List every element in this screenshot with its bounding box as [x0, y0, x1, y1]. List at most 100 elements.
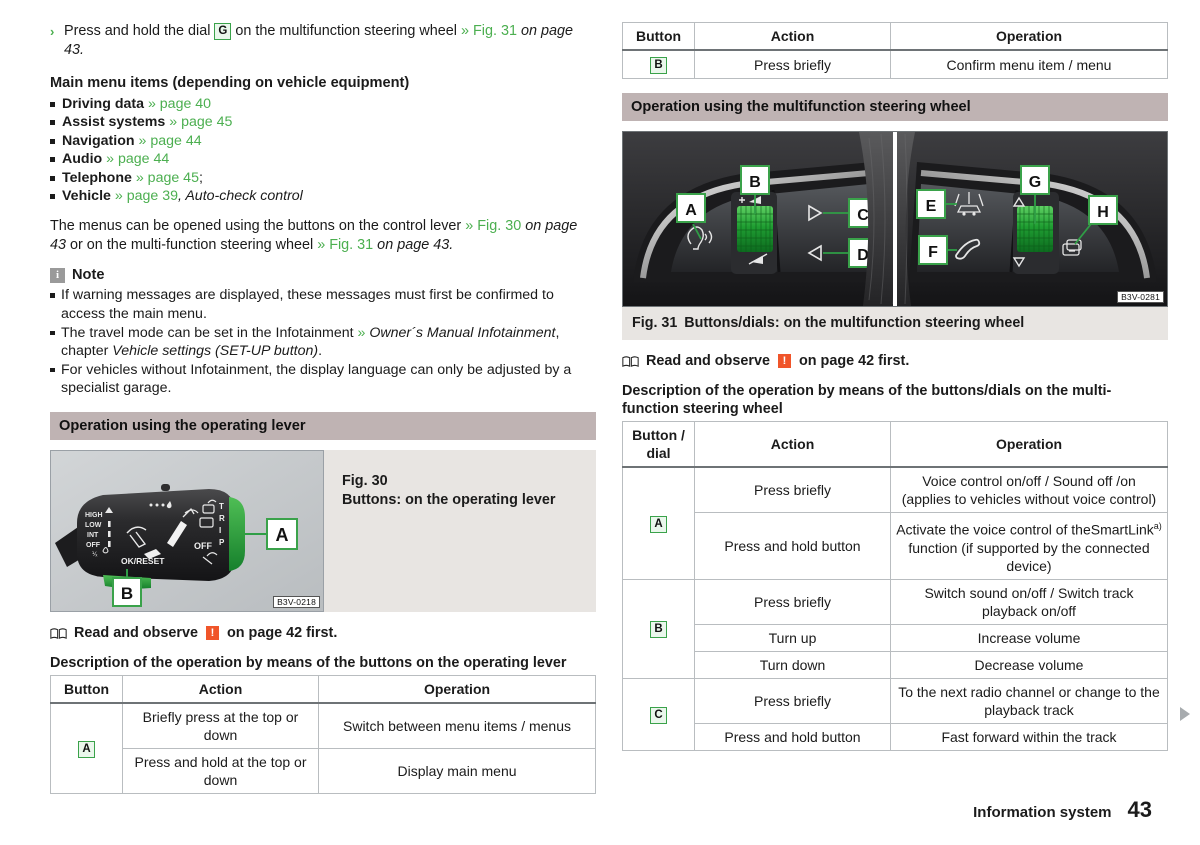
list-item: Audio » page 44: [50, 150, 596, 168]
row-action-cell: Press briefly: [694, 578, 891, 625]
table-row: C Press briefly To the next radio channe…: [622, 677, 1168, 751]
row-operation-cell: Display main menu: [318, 748, 596, 794]
multifunction-wheel-table: Button / dial Action Operation A Press b…: [622, 421, 1168, 751]
row-action-cell: Press and hold button: [694, 512, 891, 580]
footnote-marker: a): [1153, 521, 1162, 531]
menu-item-ref[interactable]: » page 40: [148, 96, 211, 112]
figure-31-number: Fig. 31: [632, 315, 678, 331]
svg-text:P: P: [219, 538, 225, 547]
table-row: Press and hold at the top or down Displa…: [51, 748, 596, 794]
row-operation-cell: Fast forward within the track: [890, 722, 1168, 751]
info-icon: i: [50, 267, 65, 283]
figure-30-image: HIGH LOW INT OFF ⅟ₓ OK/RESET OFF T R I P…: [50, 450, 324, 612]
svg-text:OK/RESET: OK/RESET: [121, 556, 165, 566]
footer-chapter-title: Information system: [973, 804, 1112, 821]
table-row: A Briefly press at the top or down Switc…: [50, 702, 596, 794]
row-operation-cell: Voice control on/off / Sound off /on (ap…: [890, 466, 1168, 513]
row-key-cell: A: [50, 702, 123, 794]
figure-30-number: Fig. 30: [342, 473, 388, 489]
callout-label-a: A: [685, 202, 697, 219]
list-item: If warning messages are displayed, these…: [50, 286, 596, 323]
continued-button-table: Button Action Operation B Press briefly …: [622, 22, 1168, 79]
step-text-2: on the multifunction steering wheel: [231, 23, 461, 39]
row-action-cell: Turn down: [694, 650, 891, 679]
footer-page-number: 43: [1127, 797, 1152, 822]
list-item: Navigation » page 44: [50, 132, 596, 150]
figure-code-b3v0281: B3V-0281: [1117, 291, 1164, 303]
row-operation-cell: Increase volume: [890, 623, 1168, 652]
figure-30-title: Buttons: on the operating lever: [342, 492, 556, 508]
row-operation-cell: To the next radio channel or change to t…: [890, 677, 1168, 724]
main-menu-heading: Main menu items (depending on vehicle eq…: [50, 75, 410, 91]
note-text: The travel mode can be set in the Infota…: [61, 324, 358, 341]
menu-item-ref[interactable]: » page 44: [106, 151, 169, 167]
svg-text:⅟ₓ: ⅟ₓ: [92, 552, 97, 558]
menus-ref-fig31[interactable]: » Fig. 31: [317, 237, 373, 253]
row-key-cell: B: [622, 578, 695, 679]
list-item: Vehicle » page 39, Auto-check control: [50, 187, 596, 205]
menu-item-ref[interactable]: » page 45: [136, 170, 199, 186]
menu-item-label: Navigation: [62, 132, 135, 149]
note-text: For vehicles without Infotainment, the d…: [61, 361, 572, 397]
table-row: A Press briefly Voice control on/off / S…: [622, 466, 1168, 580]
menus-opened-paragraph: The menus can be opened using the button…: [50, 217, 596, 255]
svg-text:OFF: OFF: [194, 541, 212, 551]
menu-item-ref[interactable]: » page 39: [115, 188, 178, 204]
menu-item-label: Vehicle: [62, 188, 111, 205]
table-header-row: Button / dial Action Operation: [622, 421, 1168, 468]
key-badge-b: B: [650, 621, 667, 639]
figure-31-title: Buttons/dials: on the multifunction stee…: [684, 315, 1025, 331]
col-header-button-dial: Button / dial: [622, 421, 695, 468]
section-header-operating-lever: Operation using the operating lever: [50, 412, 596, 440]
main-menu-list: Driving data » page 40 Assist systems » …: [50, 95, 596, 205]
step-arrow-icon: ›: [50, 24, 55, 39]
col-header-action: Action: [122, 675, 319, 704]
menu-item-ref[interactable]: » page 45: [169, 114, 232, 130]
row-action-cell: Press briefly: [694, 49, 891, 79]
row-action-cell: Press and hold button: [694, 722, 891, 751]
row-key-cell: A: [622, 466, 695, 580]
step-text-1: Press and hold the dial: [64, 23, 215, 39]
table-row: Turn down Decrease volume: [623, 650, 1168, 679]
observe-text-2: on page 42 first.: [798, 353, 910, 369]
row-action-cell: Turn up: [694, 623, 891, 652]
callout-label-e: E: [926, 198, 937, 215]
menu-item-label: Driving data: [62, 96, 144, 112]
col-header-button: Button: [50, 675, 123, 704]
step-ref-fig31[interactable]: » Fig. 31: [461, 23, 517, 39]
menu-item-tail: , Auto-check control: [177, 188, 303, 205]
table-title-right: Description of the operation by means of…: [622, 383, 1112, 417]
row-operation-cell: Activate the voice control of theSmartLi…: [890, 512, 1168, 580]
note-list: If warning messages are displayed, these…: [50, 286, 596, 398]
operation-text-part1: Activate the voice control of theSmartLi…: [896, 521, 1154, 538]
callout-label-b: B: [749, 174, 761, 191]
menus-text-1: The menus can be opened using the button…: [50, 218, 466, 235]
svg-text:OFF: OFF: [86, 542, 101, 549]
row-operation-cell: Decrease volume: [890, 650, 1168, 679]
menu-item-ref[interactable]: » page 44: [138, 133, 201, 149]
warning-icon: !: [777, 354, 791, 368]
table-row: B Press briefly Confirm menu item / menu: [622, 49, 1168, 79]
row-action-cell: Press and hold at the top or down: [122, 748, 319, 794]
right-column: Button Action Operation B Press briefly …: [622, 22, 1168, 751]
list-item: Assist systems » page 45: [50, 113, 596, 131]
figure-30-block: HIGH LOW INT OFF ⅟ₓ OK/RESET OFF T R I P…: [50, 450, 596, 612]
observe-text-1: Read and observe: [74, 625, 198, 641]
menus-ref-fig30[interactable]: » Fig. 30: [465, 218, 521, 234]
table-header-row: Button Action Operation: [50, 675, 596, 704]
table-row: B Press briefly Switch sound on/off / Sw…: [622, 578, 1168, 679]
row-action-cell: Briefly press at the top or down: [122, 702, 319, 749]
callout-label-d: D: [857, 247, 869, 264]
col-header-operation: Operation: [318, 675, 596, 704]
note-title: Note: [72, 267, 105, 284]
svg-text:R: R: [219, 514, 225, 523]
table-row: Press and hold button Activate the voice…: [623, 512, 1168, 580]
operating-lever-illustration: HIGH LOW INT OFF ⅟ₓ OK/RESET OFF T R I P…: [51, 451, 323, 611]
note-text-3: .: [318, 343, 323, 360]
figure-31-block: A B C D E F G H B3V-0281 Fig. 31 Buttons…: [622, 131, 1168, 340]
next-page-arrow-icon[interactable]: [1180, 707, 1190, 721]
book-icon: [50, 627, 67, 639]
observe-text-2: on page 42 first.: [226, 625, 338, 641]
svg-text:LOW: LOW: [85, 522, 102, 529]
menus-ital-2: on page 43.: [373, 237, 454, 254]
